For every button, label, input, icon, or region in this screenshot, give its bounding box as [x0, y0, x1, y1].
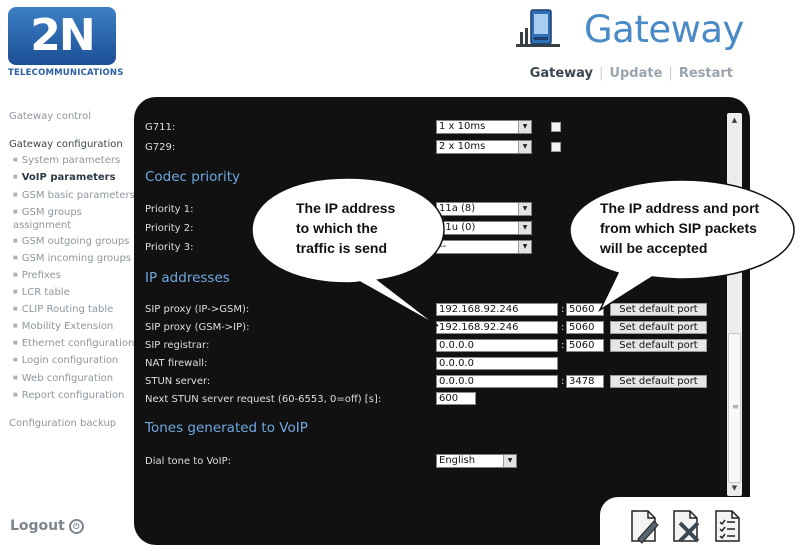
- chevron-down-icon: ▼: [518, 203, 531, 215]
- sip-proxy-ip-gsm-input[interactable]: 192.168.92.246: [436, 303, 558, 316]
- top-navigation: Gateway | Update | Restart: [530, 66, 733, 81]
- nav-separator: |: [599, 66, 604, 81]
- chevron-down-icon: ▼: [518, 121, 531, 133]
- g711-select[interactable]: 1 x 10ms ▼: [436, 120, 532, 134]
- callout-line: will be accepted: [600, 240, 708, 256]
- logout-button[interactable]: Logout ⏻: [10, 518, 84, 534]
- sidebar-item-gsm-basic-parameters[interactable]: GSM basic parameters: [13, 190, 135, 201]
- scroll-up-arrow-icon[interactable]: ▲: [727, 113, 742, 128]
- set-default-port-button[interactable]: Set default port: [610, 339, 707, 352]
- priority-3-label: Priority 3:: [145, 242, 194, 253]
- callout-ip-address-and-port: The IP address and port from which SIP p…: [568, 178, 798, 313]
- callout-ip-address: The IP address to which the traffic is s…: [248, 176, 448, 327]
- sidebar-item-login-configuration[interactable]: Login configuration: [13, 355, 119, 366]
- sidebar-item-system-parameters[interactable]: System parameters: [13, 155, 120, 166]
- sidebar-item-gsm-groups-assignment[interactable]: GSM groups assignment: [13, 207, 113, 232]
- nav-separator: |: [668, 66, 673, 81]
- nat-firewall-input[interactable]: 0.0.0.0: [436, 357, 558, 370]
- nav-restart[interactable]: Restart: [679, 66, 733, 81]
- chevron-down-icon: ▼: [518, 141, 531, 153]
- page-brand-title: Gateway: [584, 8, 744, 51]
- port-separator: :: [561, 340, 565, 351]
- logo-subtitle: TELECOMMUNICATIONS: [8, 68, 124, 78]
- priority-2-select[interactable]: 11u (0) ▼: [436, 221, 532, 235]
- tones-title: Tones generated to VoIP: [145, 420, 308, 436]
- set-default-port-button[interactable]: Set default port: [610, 375, 707, 388]
- g729-select[interactable]: 2 x 10ms ▼: [436, 140, 532, 154]
- dial-tone-label: Dial tone to VoIP:: [145, 456, 232, 467]
- chevron-down-icon: ▼: [518, 241, 531, 253]
- action-toolbar: [600, 497, 800, 551]
- save-document-icon[interactable]: [628, 507, 660, 545]
- priority-1-select[interactable]: 11a (8) ▼: [436, 202, 532, 216]
- priority-3-select[interactable]: -- ▼: [436, 240, 532, 254]
- callout-line: to which the: [296, 220, 378, 236]
- sip-registrar-port-input[interactable]: 5060: [566, 339, 604, 352]
- sidebar-item-report-configuration[interactable]: Report configuration: [13, 390, 125, 401]
- callout-line: The IP address and port: [600, 200, 760, 216]
- gateway-device-icon: [514, 8, 562, 50]
- g729-checkbox[interactable]: [551, 142, 561, 152]
- port-separator: :: [561, 304, 565, 315]
- dial-tone-select[interactable]: English ▼: [436, 454, 517, 468]
- stun-request-input[interactable]: 600: [436, 392, 476, 405]
- callout-line: from which SIP packets: [600, 220, 757, 236]
- sip-proxy-ip-gsm-label: SIP proxy (IP->GSM):: [145, 304, 250, 315]
- g711-checkbox[interactable]: [551, 122, 561, 132]
- stun-server-label: STUN server:: [145, 376, 211, 387]
- sip-proxy-gsm-ip-input[interactable]: 192.168.92.246: [436, 321, 558, 334]
- sidebar-item-web-configuration[interactable]: Web configuration: [13, 373, 113, 384]
- power-icon: ⏻: [68, 519, 84, 534]
- logout-label: Logout: [10, 518, 65, 534]
- grip-icon: ≡: [732, 402, 739, 411]
- chevron-down-icon: ▼: [503, 455, 516, 467]
- g711-value: 1 x 10ms: [439, 121, 486, 132]
- scroll-thumb[interactable]: ≡: [728, 333, 741, 483]
- cancel-document-icon[interactable]: [670, 507, 702, 545]
- port-separator: :: [561, 322, 565, 333]
- checklist-document-icon[interactable]: [712, 507, 744, 545]
- sidebar-item-mobility-extension[interactable]: Mobility Extension: [13, 321, 114, 332]
- sidebar-item-gsm-outgoing-groups[interactable]: GSM outgoing groups: [13, 236, 130, 247]
- sidebar-item-prefixes[interactable]: Prefixes: [13, 270, 61, 281]
- sip-registrar-input[interactable]: 0.0.0.0: [436, 339, 558, 352]
- ip-addresses-title: IP addresses: [145, 270, 230, 286]
- callout-line: traffic is send: [296, 240, 388, 256]
- sidebar-item-clip-routing-table[interactable]: CLIP Routing table: [13, 304, 114, 315]
- scroll-down-arrow-icon[interactable]: ▼: [727, 481, 742, 496]
- stun-request-label: Next STUN server request (60-6553, 0=off…: [145, 394, 382, 405]
- sidebar-item-configuration-backup[interactable]: Configuration backup: [9, 418, 116, 429]
- nav-gateway[interactable]: Gateway: [530, 66, 593, 81]
- nav-update[interactable]: Update: [609, 66, 662, 81]
- g729-value: 2 x 10ms: [439, 141, 486, 152]
- sidebar-item-ethernet-configuration[interactable]: Ethernet configuration: [13, 338, 135, 349]
- chevron-down-icon: ▼: [518, 222, 531, 234]
- port-separator: :: [561, 376, 565, 387]
- sidebar-item-gateway-control[interactable]: Gateway control: [9, 111, 91, 122]
- sidebar-item-gateway-configuration[interactable]: Gateway configuration: [9, 139, 123, 150]
- codec-priority-title: Codec priority: [145, 169, 240, 185]
- g711-label: G711:: [145, 122, 176, 133]
- sip-proxy-gsm-ip-label: SIP proxy (GSM->IP):: [145, 322, 250, 333]
- logo-mark: 2N: [8, 7, 116, 65]
- sip-proxy-gsm-ip-port-input[interactable]: 5060: [566, 321, 604, 334]
- sip-registrar-label: SIP registrar:: [145, 340, 210, 351]
- sidebar-item-lcr-table[interactable]: LCR table: [13, 287, 70, 298]
- stun-server-input[interactable]: 0.0.0.0: [436, 375, 558, 388]
- priority-1-label: Priority 1:: [145, 204, 194, 215]
- stun-server-port-input[interactable]: 3478: [566, 375, 604, 388]
- company-logo: 2N TELECOMMUNICATIONS: [8, 7, 124, 79]
- callout-line: The IP address: [296, 200, 396, 216]
- sidebar-item-voip-parameters[interactable]: VoIP parameters: [13, 172, 116, 183]
- sidebar-item-gsm-incoming-groups[interactable]: GSM incoming groups: [13, 253, 131, 264]
- g729-label: G729:: [145, 142, 176, 153]
- priority-2-label: Priority 2:: [145, 223, 194, 234]
- dial-tone-value: English: [439, 455, 476, 466]
- nat-firewall-label: NAT firewall:: [145, 358, 208, 369]
- set-default-port-button[interactable]: Set default port: [610, 321, 707, 334]
